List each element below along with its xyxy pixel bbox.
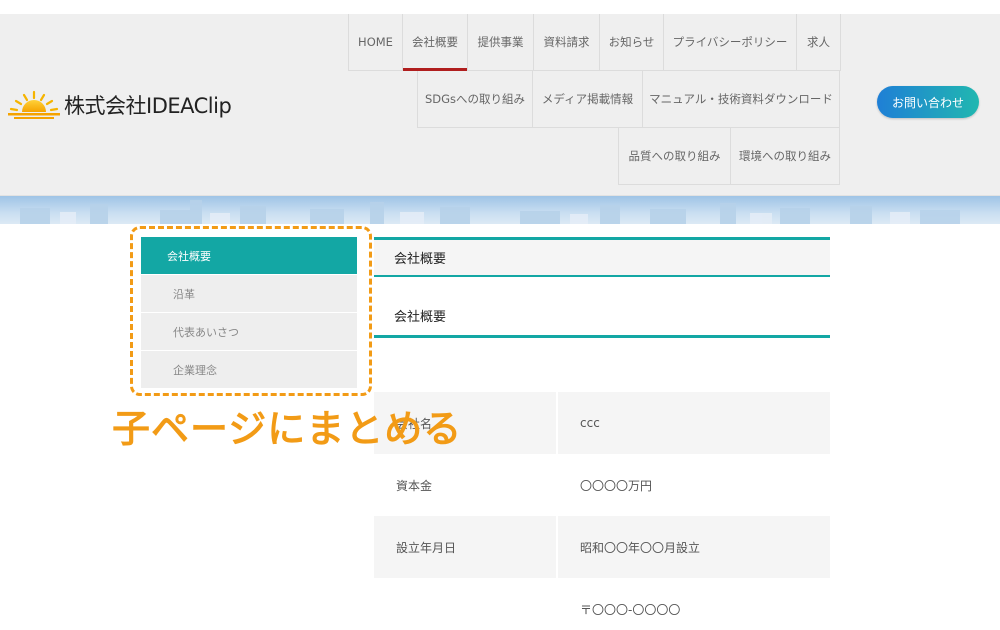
nav-news[interactable]: お知らせ bbox=[599, 14, 663, 71]
table-row: 設立年月日 昭和〇〇年〇〇月設立 bbox=[374, 516, 830, 578]
page: 株式会社IDEAClip HOME 会社概要 提供事業 資料請求 お知らせ プラ… bbox=[0, 0, 1000, 630]
nav-row-secondary: SDGsへの取り組み メディア掲載情報 マニュアル・技術資料ダウンロード bbox=[417, 71, 840, 128]
table-row: 〒〇〇〇-〇〇〇〇 bbox=[374, 578, 830, 630]
nav-recruit[interactable]: 求人 bbox=[796, 14, 841, 71]
site-header: 株式会社IDEAClip HOME 会社概要 提供事業 資料請求 お知らせ プラ… bbox=[0, 14, 1000, 196]
city-banner bbox=[0, 196, 1000, 224]
nav-quality[interactable]: 品質への取り組み bbox=[618, 128, 730, 185]
nav-privacy-policy[interactable]: プライバシーポリシー bbox=[663, 14, 796, 71]
site-logo[interactable]: 株式会社IDEAClip bbox=[8, 90, 232, 120]
nav-row-primary: HOME 会社概要 提供事業 資料請求 お知らせ プライバシーポリシー 求人 bbox=[348, 14, 841, 71]
nav-manual-download[interactable]: マニュアル・技術資料ダウンロード bbox=[642, 71, 840, 128]
row-value: 〇〇〇〇万円 bbox=[556, 454, 830, 516]
city-skyline-image bbox=[20, 200, 960, 224]
sunrise-logo-icon bbox=[8, 90, 60, 119]
row-label: 資本金 bbox=[396, 478, 433, 493]
contact-button[interactable]: お問い合わせ bbox=[877, 86, 979, 118]
row-value: ccc bbox=[556, 392, 830, 454]
nav-media[interactable]: メディア掲載情報 bbox=[532, 71, 642, 128]
logo-text: 株式会社IDEAClip bbox=[64, 94, 232, 118]
nav-row-tertiary: 品質への取り組み 環境への取り組み bbox=[618, 128, 840, 185]
row-label: 設立年月日 bbox=[374, 516, 556, 578]
nav-services[interactable]: 提供事業 bbox=[467, 14, 533, 71]
row-label bbox=[374, 578, 556, 630]
row-value: 昭和〇〇年〇〇月設立 bbox=[556, 516, 830, 578]
page-title: 会社概要 bbox=[374, 237, 830, 277]
annotation-dashed-frame bbox=[130, 226, 372, 396]
row-value: 〒〇〇〇-〇〇〇〇 bbox=[556, 578, 830, 630]
nav-request-materials[interactable]: 資料請求 bbox=[533, 14, 599, 71]
nav-home[interactable]: HOME bbox=[348, 14, 402, 71]
table-row: 資本金 〇〇〇〇万円 bbox=[374, 454, 830, 516]
nav-company-overview[interactable]: 会社概要 bbox=[402, 14, 467, 71]
section-title: 会社概要 bbox=[374, 296, 830, 338]
nav-sdgs[interactable]: SDGsへの取り組み bbox=[417, 71, 532, 128]
main-content: 会社概要 bbox=[374, 237, 830, 277]
nav-environment[interactable]: 環境への取り組み bbox=[730, 128, 840, 185]
annotation-text: 子ページにまとめる bbox=[112, 407, 463, 451]
